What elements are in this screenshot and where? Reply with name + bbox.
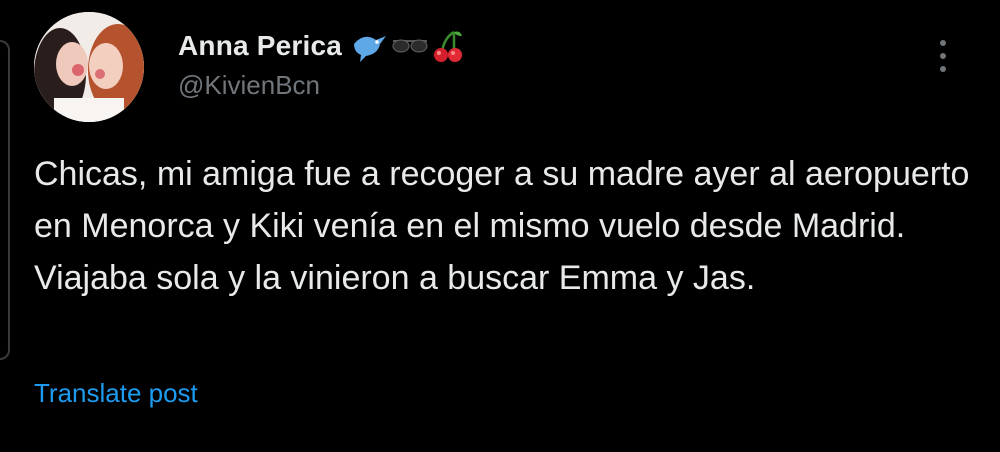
cherries-icon <box>434 30 463 62</box>
translate-post-link[interactable]: Translate post <box>34 378 198 409</box>
avatar-photo <box>34 12 144 122</box>
avatar[interactable] <box>34 12 144 122</box>
more-dot <box>940 66 946 72</box>
sunglasses-icon <box>392 39 428 53</box>
author-handle[interactable]: @KivienBcn <box>178 70 320 101</box>
author-display-name[interactable]: Anna Perica <box>178 30 342 62</box>
bird-icon <box>354 36 387 62</box>
more-options-button[interactable] <box>928 36 958 76</box>
post-text: Chicas, mi amiga fue a recoger a su madr… <box>34 155 970 297</box>
author-name-row[interactable]: Anna Perica <box>178 28 466 64</box>
more-dot <box>940 40 946 46</box>
name-emojis <box>350 28 466 64</box>
more-dot <box>940 53 946 59</box>
edge-handle[interactable] <box>0 40 10 360</box>
